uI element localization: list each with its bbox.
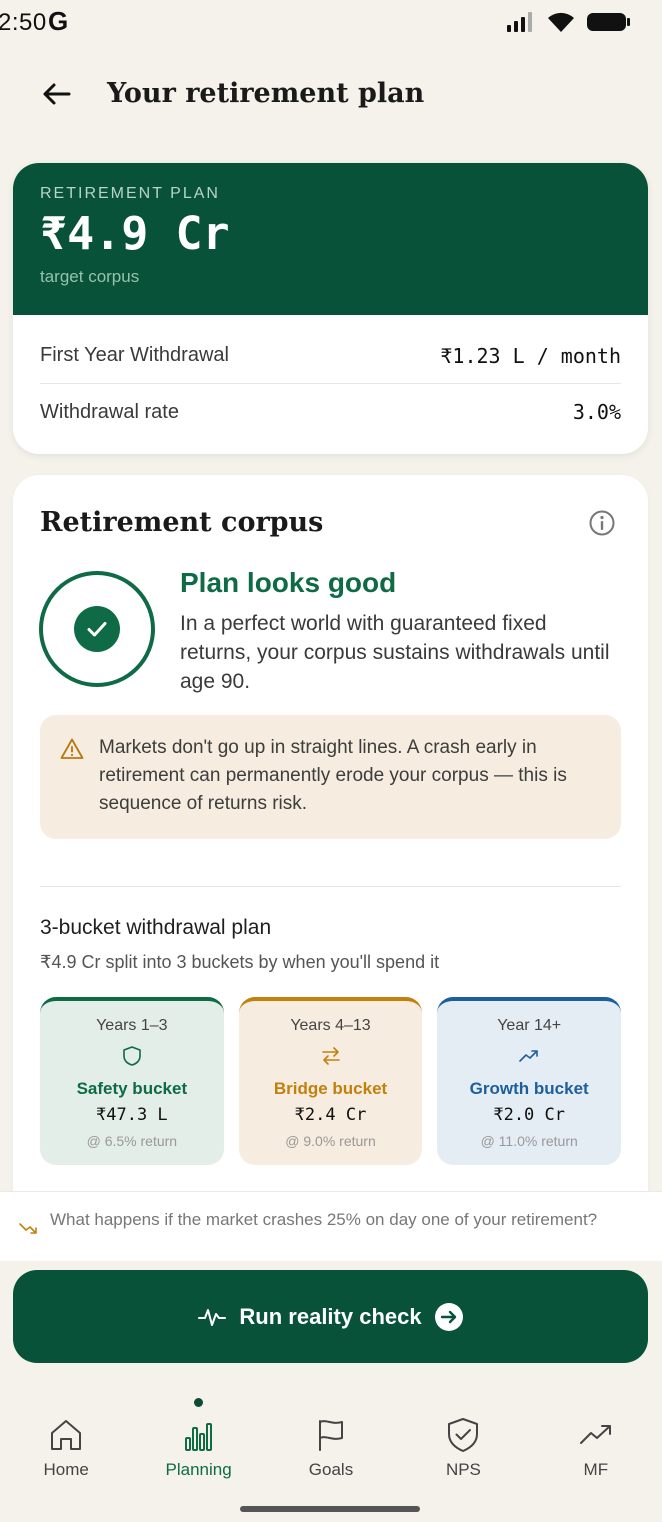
- nav-label: Goals: [308, 1460, 354, 1479]
- google-logo: G: [48, 6, 69, 36]
- withdrawal-rate-label: Withdrawal rate: [40, 400, 179, 423]
- check-badge: [74, 606, 120, 652]
- withdrawal-rate-value: 3.0%: [572, 400, 621, 424]
- back-button[interactable]: [36, 78, 76, 110]
- section-divider: [40, 886, 621, 887]
- active-indicator-dot: [194, 1398, 204, 1407]
- crash-scenario-hint: What happens if the market crashes 25% o…: [0, 1191, 662, 1261]
- nav-label: Planning: [165, 1460, 232, 1479]
- plan-summary-header: RETIREMENT PLAN ₹4.9 Cr target corpus: [13, 163, 648, 315]
- bucket-name: Growth bucket: [469, 1079, 589, 1098]
- swap-arrows-icon: [321, 1047, 340, 1065]
- bucket-years: Years 1–3: [96, 1017, 168, 1034]
- nav-item-nps[interactable]: NPS: [397, 1390, 529, 1490]
- bucket-plan-title: 3-bucket withdrawal plan: [40, 916, 272, 939]
- nav-label: MF: [583, 1460, 609, 1479]
- crash-scenario-text: What happens if the market crashes 25% o…: [50, 1210, 598, 1229]
- plan-status-ring: [39, 571, 155, 687]
- bucket-years: Years 4–13: [290, 1017, 371, 1034]
- bucket-list: Years 1–3 Safety bucket ₹47.3 L @ 6.5% r…: [40, 997, 622, 1165]
- retirement-corpus-card: Retirement corpus Plan looks good In a p…: [13, 475, 648, 1235]
- pulse-icon: [198, 1308, 227, 1326]
- nav-item-goals[interactable]: Goals: [265, 1390, 397, 1490]
- nav-label: Home: [43, 1460, 89, 1479]
- bucket-name: Bridge bucket: [273, 1079, 388, 1098]
- status-bar: 2:50 G: [0, 0, 662, 44]
- flag-icon: [319, 1420, 344, 1451]
- corpus-title: Retirement corpus: [40, 507, 324, 538]
- bucket-name: Safety bucket: [76, 1079, 188, 1098]
- nav-item-mf[interactable]: MF: [530, 1390, 662, 1490]
- first-year-withdrawal-row: First Year Withdrawal ₹1.23 L / month: [40, 328, 621, 384]
- nav-item-planning[interactable]: Planning: [132, 1390, 264, 1490]
- nav-label: NPS: [445, 1460, 481, 1479]
- trend-up-icon: [579, 1425, 611, 1444]
- bottom-nav: Home Planning Goals NPS MF: [0, 1390, 662, 1490]
- warning-text: Markets don't go up in straight lines. A…: [99, 737, 567, 814]
- bucket-return: @ 11.0% return: [480, 1133, 578, 1149]
- bucket-amount: ₹2.4 Cr: [294, 1105, 367, 1125]
- run-reality-check-button[interactable]: Run reality check: [13, 1270, 648, 1363]
- status-time: 2:50: [0, 9, 47, 36]
- first-year-withdrawal-value: ₹1.23 L / month: [440, 343, 621, 368]
- sequence-risk-warning: Markets don't go up in straight lines. A…: [40, 715, 621, 839]
- bucket-amount: ₹2.0 Cr: [493, 1105, 565, 1125]
- bridge-bucket-card[interactable]: Years 4–13 Bridge bucket ₹2.4 Cr @ 9.0% …: [238, 997, 423, 1165]
- check-icon: [87, 622, 107, 637]
- shield-check-icon: [448, 1418, 479, 1452]
- info-icon[interactable]: [588, 509, 616, 537]
- bucket-amount: ₹47.3 L: [96, 1105, 168, 1125]
- trend-down-icon: [19, 1223, 37, 1234]
- plan-status-heading: Plan looks good: [180, 567, 397, 598]
- plan-summary-card: RETIREMENT PLAN ₹4.9 Cr target corpus Fi…: [13, 163, 648, 454]
- bar-chart-icon: [184, 1423, 212, 1451]
- arrow-left-icon: [43, 83, 71, 105]
- bucket-return: @ 9.0% return: [285, 1133, 376, 1149]
- nav-item-home[interactable]: Home: [0, 1390, 132, 1490]
- wifi-icon: [548, 12, 574, 32]
- bucket-return: @ 6.5% return: [86, 1133, 178, 1149]
- withdrawal-rate-row: Withdrawal rate 3.0%: [40, 384, 621, 440]
- target-corpus-label: target corpus: [40, 267, 140, 286]
- growth-bucket-card[interactable]: Year 14+ Growth bucket ₹2.0 Cr @ 11.0% r…: [437, 997, 622, 1165]
- warning-icon: [60, 738, 84, 759]
- bucket-plan-subtitle: ₹4.9 Cr split into 3 buckets by when you…: [40, 952, 440, 972]
- safety-bucket-card[interactable]: Years 1–3 Safety bucket ₹47.3 L @ 6.5% r…: [40, 997, 224, 1165]
- cta-label: Run reality check: [239, 1303, 422, 1329]
- home-icon: [51, 1420, 82, 1450]
- arrow-right-circle-icon: [434, 1302, 463, 1331]
- target-corpus-amount: ₹4.9 Cr: [40, 207, 230, 260]
- battery-icon: [587, 13, 630, 31]
- shield-icon: [123, 1046, 141, 1066]
- plan-eyebrow: RETIREMENT PLAN: [40, 185, 220, 202]
- page-title: Your retirement plan: [107, 78, 425, 109]
- signal-icon: [507, 12, 532, 32]
- plan-status-text: In a perfect world with guaranteed fixed…: [180, 612, 610, 693]
- app-header: Your retirement plan: [0, 70, 662, 120]
- home-indicator: [240, 1506, 420, 1512]
- status-icons: [506, 10, 632, 34]
- trend-up-icon: [519, 1050, 538, 1062]
- first-year-withdrawal-label: First Year Withdrawal: [40, 344, 229, 366]
- bucket-years: Year 14+: [497, 1017, 562, 1034]
